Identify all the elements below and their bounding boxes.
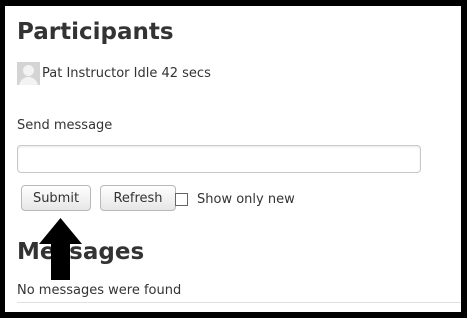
chat-panel: Participants Pat Instructor Idle 42 secs… [5,6,461,312]
show-only-new-checkbox[interactable] [175,193,188,206]
up-arrow-icon [39,218,82,280]
avatar [17,62,40,85]
refresh-button[interactable]: Refresh [100,185,176,211]
submit-button[interactable]: Submit [21,185,91,211]
participant-row: Pat Instructor Idle 42 secs [17,62,211,85]
show-only-new-toggle[interactable]: Show only new [175,192,295,207]
message-input[interactable] [17,145,421,173]
participants-heading: Participants [17,19,174,45]
participant-name-status: Pat Instructor Idle 42 secs [42,66,211,81]
send-message-label: Send message [17,118,113,133]
show-only-new-label: Show only new [197,192,295,207]
divider [17,302,461,303]
no-messages-text: No messages were found [17,283,182,298]
